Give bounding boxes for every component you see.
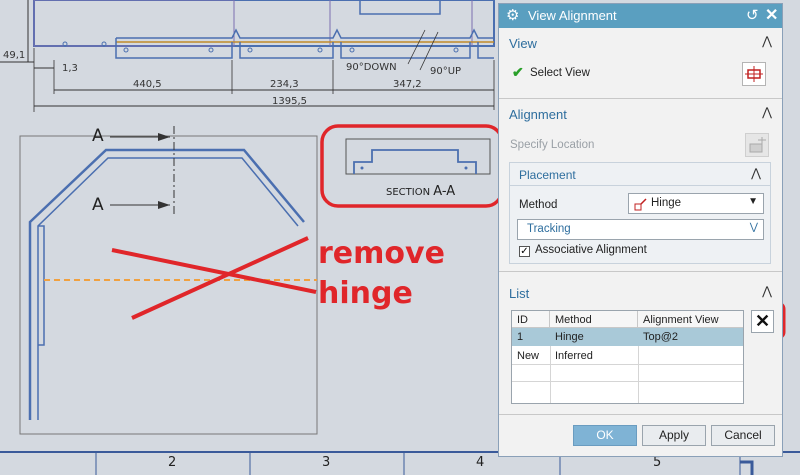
associative-alignment-checkbox[interactable]: ✓ [519,246,530,257]
section-label-prefix: SECTION [386,187,431,198]
tracking-dropdown[interactable]: Tracking ⋁ [517,219,764,240]
row-1-id: 1 [517,331,524,343]
view-select-icon [745,66,763,82]
point-icon [749,137,766,153]
dim-90-down: 90°DOWN [346,62,397,73]
table-row[interactable] [512,328,743,346]
close-icon[interactable]: ✕ [765,5,778,25]
annotation-hinge: hinge [318,276,413,311]
row-2-method: Inferred [555,350,593,362]
divider [510,185,770,186]
list-section-label: List [509,286,530,301]
zone-number-2: 2 [168,455,177,470]
zone-number-5: 5 [653,455,662,470]
ok-button[interactable]: OK [573,425,637,446]
zone-number-4: 4 [476,455,485,470]
alignment-list-table[interactable]: ID Method Alignment View 1 Hinge Top@2 N… [511,310,744,404]
dim-1-3: 1,3 [62,63,78,74]
column-header-alignment-view[interactable]: Alignment View [638,311,743,328]
row-1-view: Top@2 [643,331,679,343]
row-1-method: Hinge [555,331,584,343]
chevron-up-icon[interactable]: ⋀ [762,105,772,119]
dim-440-5: 440,5 [133,79,162,90]
cancel-button[interactable]: Cancel [711,425,775,446]
x-icon: ✕ [754,311,771,331]
gear-icon: ⚙ [506,7,520,24]
hinge-icon [634,198,647,211]
dropdown-arrow-icon: ▼ [748,196,758,207]
apply-button[interactable]: Apply [642,425,706,446]
view-section-label: View [509,36,537,51]
select-view-button[interactable] [742,62,766,86]
dialog-title: View Alignment [528,8,617,23]
chevron-up-icon[interactable]: ⋀ [762,284,772,298]
tracking-value: Tracking [527,223,571,235]
dim-90-up: 90°UP [430,66,462,77]
chevron-up-icon[interactable]: ⋀ [751,166,761,180]
method-dropdown[interactable]: Hinge ▼ [628,193,764,214]
annotation-remove: remove [318,236,445,271]
row-2-id: New [517,350,540,362]
column-header-id[interactable]: ID [512,311,550,328]
dim-347-2: 347,2 [393,79,422,90]
section-label-name: A-A [433,184,456,199]
grid-line [550,346,551,403]
reset-icon[interactable]: ↺ [746,6,759,24]
alignment-section-label: Alignment [509,107,567,122]
list-section-header[interactable]: List ⋀ [499,282,782,304]
check-icon: ✔ [512,64,524,80]
method-label: Method [519,199,558,211]
associative-alignment-label: Associative Alignment [535,244,647,256]
divider [499,98,782,99]
section-view-label: SECTION A-A [386,184,455,199]
delete-button[interactable]: ✕ [751,310,774,333]
dialog-titlebar[interactable]: ⚙ View Alignment ↺ ✕ [499,4,782,28]
dim-234-3: 234,3 [270,79,299,90]
chevron-down-icon: ⋁ [749,222,758,233]
section-arrow-label-top: A [92,126,104,146]
grid-line [512,364,743,365]
section-arrow-label-bottom: A [92,195,104,215]
divider [499,414,782,415]
method-value: Hinge [651,197,682,209]
select-view-label: Select View [530,67,590,79]
dim-49-1: 49,1 [3,50,26,61]
dim-1395-5: 1395,5 [272,96,307,107]
placement-section-label: Placement [519,168,576,182]
alignment-section-header[interactable]: Alignment ⋀ [499,103,782,125]
view-section-header[interactable]: View ⋀ [499,32,782,54]
view-alignment-dialog: ⚙ View Alignment ↺ ✕ View ⋀ ✔ Select Vie… [498,3,783,457]
specify-location-button[interactable] [745,133,769,157]
placement-panel: Placement ⋀ Method Hinge ▼ Tracking ⋁ ✓ … [509,162,771,264]
column-header-method[interactable]: Method [550,311,638,328]
divider [499,271,782,272]
grid-line [638,346,639,403]
specify-location-label: Specify Location [510,139,595,151]
zone-number-3: 3 [322,455,331,470]
chevron-up-icon[interactable]: ⋀ [762,34,772,48]
grid-line [512,381,743,382]
